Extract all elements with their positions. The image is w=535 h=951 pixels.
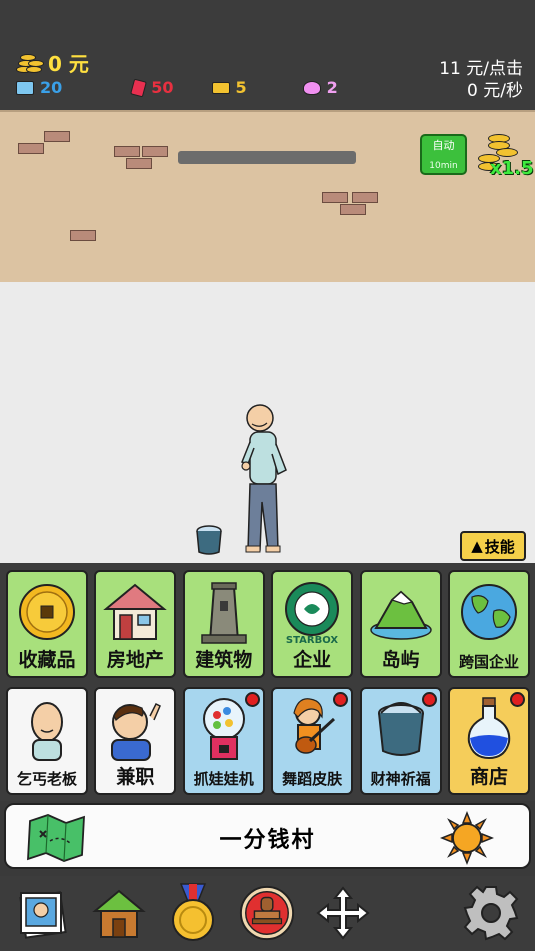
tile-gold-coin[interactable]: 收藏品: [6, 570, 88, 678]
brick: [126, 158, 152, 169]
skill-button[interactable]: ▲ 技能: [460, 531, 526, 561]
money-display: 0 元: [16, 48, 89, 77]
part-time-worker-icon: [96, 689, 174, 769]
notification-badge: [244, 692, 260, 707]
tower-icon: [185, 572, 263, 652]
gems-value: 2: [326, 78, 338, 97]
multiplier-label: x1.5: [490, 158, 534, 179]
house-icon: [96, 572, 174, 652]
tile-label: 商店: [469, 766, 508, 788]
gold-coin-icon: [8, 572, 86, 652]
tile-gumball-machine[interactable]: 抓娃娃机: [182, 687, 265, 795]
tickets-value: 20: [40, 78, 63, 97]
brick: [70, 230, 96, 241]
cakes-counter: 5: [211, 78, 247, 97]
nav-move-button[interactable]: [314, 882, 372, 944]
brick: [322, 192, 348, 203]
tile-guitar-girl[interactable]: 舞蹈皮肤: [271, 687, 354, 795]
brick: [114, 146, 140, 157]
tile-beggar-boss[interactable]: 乞丐老板: [6, 687, 88, 795]
nav-settings-button[interactable]: [462, 882, 520, 944]
tile-label: 岛屿: [381, 649, 420, 671]
scene-wall: 自动 10min x1.5: [0, 110, 535, 392]
stamp-icon: [239, 885, 295, 941]
cards-value: 50: [151, 78, 174, 97]
progress-bar: [178, 151, 356, 164]
auto-label: 自动: [432, 139, 455, 152]
starbox-logo-icon: STARBOX: [273, 572, 351, 652]
nav-achievements-button[interactable]: [164, 882, 222, 944]
bucket-icon[interactable]: [194, 524, 224, 556]
beggar-boss-icon: [8, 689, 86, 769]
home-icon: [92, 889, 146, 938]
brick: [352, 192, 378, 203]
tile-island[interactable]: 岛屿: [359, 570, 442, 678]
brick: [340, 204, 366, 215]
skill-label: 技能: [484, 537, 515, 556]
tile-label: 房地产: [106, 649, 164, 671]
cards-counter: 50: [130, 78, 174, 97]
tile-label: 跨国企业: [458, 653, 519, 671]
notification-badge: [421, 692, 437, 707]
photo-album-icon: [19, 891, 67, 939]
triangle-up-icon: ▲: [471, 537, 483, 555]
move-arrows-icon: [316, 886, 370, 940]
brick: [142, 146, 168, 157]
tile-label: 乞丐老板: [16, 770, 77, 788]
tile-globe[interactable]: 跨国企业: [448, 570, 530, 678]
tile-label: 收藏品: [18, 649, 76, 671]
cakes-value: 5: [235, 78, 247, 97]
tile-label: 舞蹈皮肤: [282, 770, 343, 788]
brick: [18, 143, 44, 154]
settings-gear-icon: [463, 885, 519, 941]
card-icon: [130, 78, 148, 97]
nav-stamp-button[interactable]: [238, 882, 296, 944]
auto-duration: 10min: [429, 161, 458, 171]
cake-icon: [211, 81, 230, 94]
tile-label: 财神祈福: [370, 770, 431, 788]
island-icon: [362, 572, 440, 652]
per-second-rate: 0 元/秒: [467, 81, 523, 101]
bottom-nav: [0, 876, 535, 951]
ticket-icon: [16, 80, 34, 95]
tile-label: 企业: [293, 649, 332, 671]
nav-home-button[interactable]: [90, 882, 148, 944]
tile-potion[interactable]: 商店: [448, 687, 530, 795]
tickets-counter: 20: [16, 78, 62, 97]
auto-click-button[interactable]: 自动 10min: [420, 134, 467, 175]
notification-badge: [510, 692, 525, 707]
tile-tower[interactable]: 建筑物: [182, 570, 265, 678]
tile-label: 抓娃娃机: [193, 770, 254, 788]
nav-album-button[interactable]: [14, 882, 72, 944]
gems-counter: 2: [302, 78, 338, 97]
player-character-icon[interactable]: [238, 402, 296, 554]
tile-label: 兼职: [116, 766, 155, 788]
tile-label: 建筑物: [195, 649, 253, 671]
tile-starbox-logo[interactable]: STARBOX 企业: [271, 570, 354, 678]
multiplier-coins[interactable]: x1.5: [476, 132, 534, 180]
village-bar[interactable]: 一分钱村: [4, 803, 531, 869]
stats-bar: 0 元 20 50 5 2 11 元/点击 0 元/秒: [0, 0, 535, 110]
gem-icon: [302, 80, 321, 95]
sun-icon[interactable]: [440, 811, 494, 865]
money-value: 0 元: [48, 52, 89, 76]
globe-icon: [450, 572, 528, 652]
brick: [44, 131, 70, 142]
starbox-text: STARBOX: [286, 635, 338, 645]
coin-stack-icon: [16, 51, 44, 75]
scene-floor[interactable]: ▲ 技能: [0, 282, 535, 564]
action-grid: 收藏品 房地产 建筑物 STARBOX 企业 岛屿 跨国企业乞丐老板 兼职 抓娃娃机 舞蹈皮肤 财神…: [0, 563, 535, 801]
tile-bucket[interactable]: 财神祈福: [359, 687, 442, 795]
tile-part-time-worker[interactable]: 兼职: [94, 687, 177, 795]
tile-house[interactable]: 房地产: [94, 570, 177, 678]
medal-icon: [172, 883, 214, 941]
